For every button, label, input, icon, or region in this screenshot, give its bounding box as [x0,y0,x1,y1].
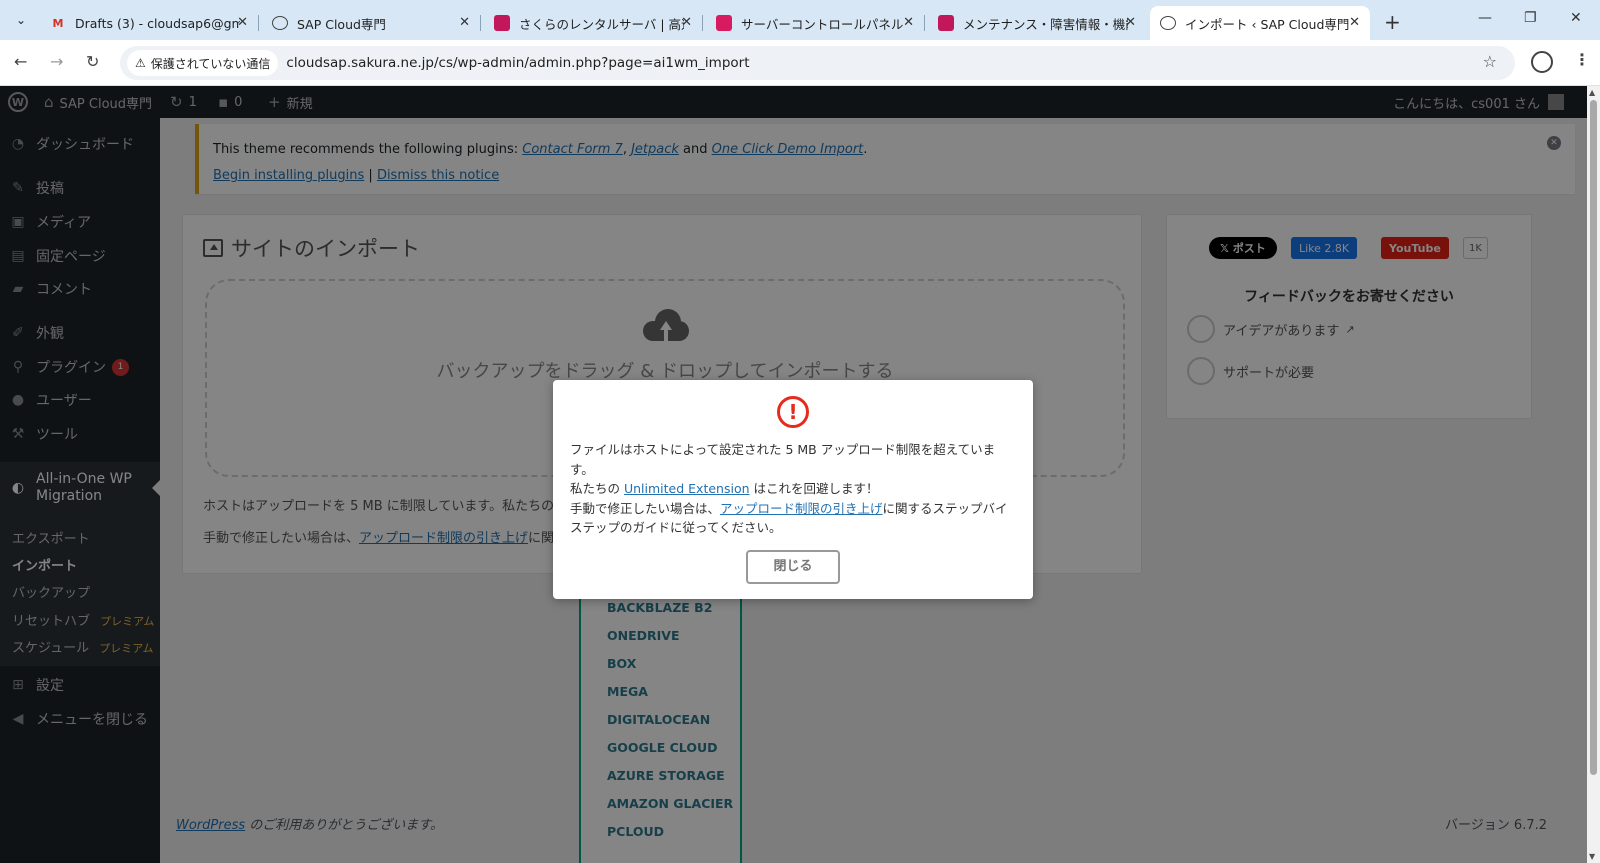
tab-separator [702,15,703,31]
close-icon[interactable]: ✕ [1125,15,1136,30]
browser-tab[interactable]: SAP Cloud専門 ✕ [262,6,481,40]
scroll-down-icon[interactable]: ▼ [1589,852,1595,861]
scroll-thumb[interactable] [1590,100,1597,775]
browser-tab[interactable]: サーバーコントロールパネル ✕ [706,6,925,40]
bookmark-star-icon[interactable]: ☆ [1483,52,1497,71]
profile-icon[interactable] [1531,51,1553,73]
tab-title: SAP Cloud専門 [297,16,386,32]
browser-toolbar: ← → ↻ ⚠ 保護されていない通信 cloudsap.sakura.ne.jp… [0,40,1600,86]
unlimited-extension-link[interactable]: Unlimited Extension [624,481,750,496]
sakura-icon [938,15,954,31]
modal-message: ファイルはホストによって設定された 5 MB アップロード制限を超えています。 … [570,440,1018,538]
tab-title: インポート ‹ SAP Cloud専門 — [1185,16,1350,32]
sakura-icon [716,15,732,31]
address-bar[interactable]: ⚠ 保護されていない通信 cloudsap.sakura.ne.jp/cs/wp… [120,46,1515,80]
modal-text: 手動で修正したい場合は、 [570,500,721,516]
modal-line-1: ファイルはホストによって設定された 5 MB アップロード制限を超えています。 [570,442,996,477]
close-icon[interactable]: ✕ [681,15,692,30]
tab-title: サーバーコントロールパネル [741,16,904,32]
close-icon[interactable]: ✕ [903,15,914,30]
warning-icon: ⚠ [135,56,146,70]
modal-text: はこれを回避します！ [749,481,879,496]
tab-separator [924,15,925,31]
url-text[interactable]: cloudsap.sakura.ne.jp/cs/wp-admin/admin.… [286,55,749,71]
close-button[interactable]: 閉じる [746,550,840,584]
close-icon[interactable]: ✕ [237,15,248,30]
scroll-up-icon[interactable]: ▲ [1589,88,1595,97]
globe-icon [272,16,288,30]
error-icon: ! [777,396,809,428]
minimize-button[interactable]: — [1478,10,1492,26]
tab-title: Drafts (3) - cloudsap6@gmai [75,15,240,31]
tab-search-button[interactable]: ⌄ [8,7,34,33]
back-icon[interactable]: ← [14,52,27,71]
security-label: 保護されていない通信 [150,56,271,71]
modal-line-2: 私たちの Unlimited Extension はこれを回避します！ [570,479,1018,499]
browser-tab-strip: ⌄ M Drafts (3) - cloudsap6@gmai ✕ SAP Cl… [0,0,1600,40]
upload-limit-error-modal: ! ファイルはホストによって設定された 5 MB アップロード制限を超えています… [553,380,1033,599]
gmail-icon: M [52,16,64,30]
globe-icon [1160,16,1176,30]
window-close-button[interactable]: ✕ [1570,10,1582,26]
tab-title: さくらのレンタルサーバ | 高速・安 [519,16,684,32]
modal-text: 私たちの [570,481,624,496]
restore-button[interactable]: ❐ [1524,10,1537,26]
close-icon[interactable]: ✕ [1349,15,1360,30]
forward-icon[interactable]: → [50,52,63,71]
browser-menu-icon[interactable]: ⋮ [1574,50,1590,69]
tab-title: メンテナンス・障害情報・機能追 [963,16,1128,32]
sakura-icon [494,15,510,31]
tab-separator [258,15,259,31]
reload-icon[interactable]: ↻ [86,52,99,71]
new-tab-button[interactable]: + [1384,10,1401,34]
security-chip[interactable]: ⚠ 保護されていない通信 [127,50,279,76]
tab-separator [480,15,481,31]
browser-tab[interactable]: M Drafts (3) - cloudsap6@gmai ✕ [40,6,259,40]
browser-tab-active[interactable]: インポート ‹ SAP Cloud専門 — ✕ [1150,6,1370,40]
modal-line-3: 手動で修正したい場合は、アップロード制限の引き上げに関するステップバイステップの… [570,499,1018,538]
page-scrollbar[interactable]: ▲ ▼ [1587,86,1600,863]
browser-tab[interactable]: メンテナンス・障害情報・機能追 ✕ [928,6,1146,40]
browser-tab[interactable]: さくらのレンタルサーバ | 高速・安 ✕ [484,6,703,40]
close-icon[interactable]: ✕ [459,15,470,30]
raise-upload-limit-guide-link[interactable]: アップロード制限の引き上げ [720,501,883,516]
